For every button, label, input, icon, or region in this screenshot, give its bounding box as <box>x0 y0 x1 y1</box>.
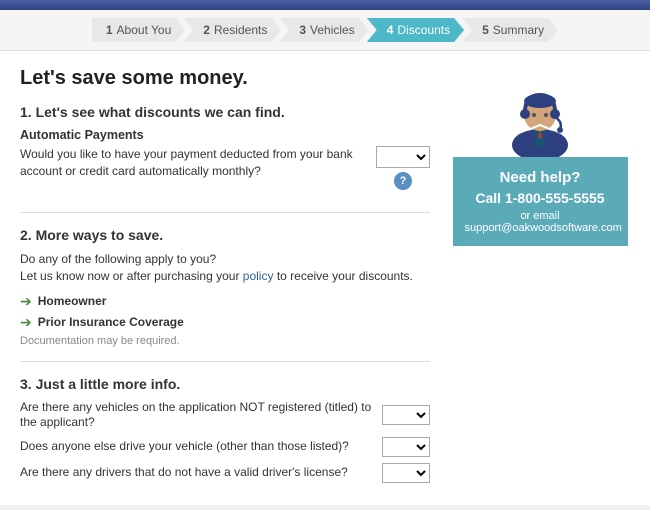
help-title: Need help? <box>465 169 616 186</box>
help-phone: Call 1-800-555-5555 <box>465 190 616 206</box>
step-1-about-you[interactable]: 1 About You <box>92 18 185 42</box>
q1-dropdown[interactable]: Yes No <box>382 405 430 425</box>
section-3: 3. Just a little more info. Are there an… <box>20 376 430 489</box>
q2-row: Does anyone else drive your vehicle (oth… <box>20 437 430 457</box>
arrow-icon-homeowner: ➔ <box>20 293 32 310</box>
q3-text: Are there any drivers that do not have a… <box>20 465 374 481</box>
arrow-icon-prior: ➔ <box>20 314 32 331</box>
agent-avatar <box>495 67 585 157</box>
page-headline: Let's save some money. <box>20 67 430 90</box>
section-2-heading: 2. More ways to save. <box>20 227 430 243</box>
top-bar <box>0 0 650 10</box>
step-3-vehicles[interactable]: 3 Vehicles <box>279 18 368 42</box>
auto-payments-row: Would you like to have your payment dedu… <box>20 146 430 190</box>
step-5-summary[interactable]: 5 Summary <box>462 18 558 42</box>
section-1: 1. Let's see what discounts we can find.… <box>20 104 430 213</box>
step-4-discounts[interactable]: 4 Discounts <box>367 18 464 42</box>
auto-payments-help-icon[interactable]: ? <box>394 172 412 190</box>
left-panel: Let's save some money. 1. Let's see what… <box>20 67 430 489</box>
breadcrumb-bar: 1 About You 2 Residents 3 Vehicles 4 Dis… <box>0 10 650 51</box>
help-box: Need help? Call 1-800-555-5555 or email … <box>453 157 628 246</box>
auto-payments-dropdown[interactable]: Yes No <box>376 146 430 168</box>
main-content: Let's save some money. 1. Let's see what… <box>0 51 650 505</box>
discount-homeowner: ➔ Homeowner <box>20 293 430 310</box>
section-1-heading: 1. Let's see what discounts we can find. <box>20 104 430 120</box>
q3-row: Are there any drivers that do not have a… <box>20 463 430 483</box>
section-2: 2. More ways to save. Do any of the foll… <box>20 227 430 362</box>
step-2-residents[interactable]: 2 Residents <box>183 18 281 42</box>
discount-prior-insurance: ➔ Prior Insurance Coverage <box>20 314 430 331</box>
q3-dropdown[interactable]: Yes No <box>382 463 430 483</box>
help-email: or email support@oakwoodsoftware.com <box>465 210 616 234</box>
q2-text: Does anyone else drive your vehicle (oth… <box>20 439 374 455</box>
right-panel: Need help? Call 1-800-555-5555 or email … <box>450 67 630 489</box>
q2-dropdown[interactable]: Yes No <box>382 437 430 457</box>
policy-link[interactable]: policy <box>243 269 274 283</box>
doc-note: Documentation may be required. <box>20 335 430 347</box>
q1-row: Are there any vehicles on the applicatio… <box>20 400 430 431</box>
agent-container: Need help? Call 1-800-555-5555 or email … <box>453 67 628 246</box>
q1-text: Are there any vehicles on the applicatio… <box>20 400 374 431</box>
auto-payments-label: Automatic Payments <box>20 128 430 142</box>
auto-payments-question: Would you like to have your payment dedu… <box>20 146 368 180</box>
section-3-heading: 3. Just a little more info. <box>20 376 430 392</box>
section-2-intro: Do any of the following apply to you? Le… <box>20 251 430 285</box>
